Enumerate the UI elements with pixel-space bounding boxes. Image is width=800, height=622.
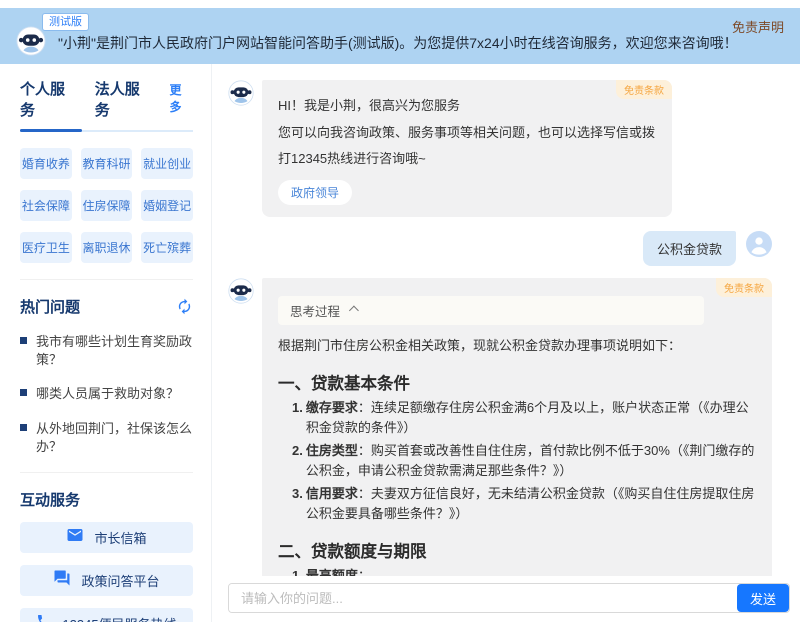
bot-message: 免责条款 HI！我是小荆，很高兴为您服务 您可以向我咨询政策、服务事项等相关问题… [228,80,772,217]
divider [20,472,193,473]
hot-question[interactable]: 从外地回荆门，社保该怎么办？ [20,420,193,456]
hotline-12345-button[interactable]: 12345便民服务热线 [20,608,193,622]
disclaimer-terms-badge[interactable]: 免责条款 [616,80,672,99]
service-button[interactable]: 社会保障 [20,190,72,221]
divider [20,279,193,280]
list-item: 2. 住房类型：购买首套或改善性自住住房，首付款比例不低于30%（《荆门缴存的公… [292,441,756,482]
chat-panel: 免责条款 HI！我是小荆，很高兴为您服务 您可以向我咨询政策、服务事项等相关问题… [212,64,800,622]
greeting-line: 您可以向我咨询政策、服务事项等相关问题，也可以选择写信或拨打12345热线进行咨… [278,120,656,173]
service-button[interactable]: 死亡殡葬 [141,232,193,263]
service-button[interactable]: 婚育收养 [20,148,72,179]
bot-avatar-icon [228,80,254,106]
section-heading: 一、贷款基本条件 [278,370,756,394]
suggested-topic-button[interactable]: 政府领导 [278,180,352,205]
service-button[interactable]: 教育科研 [81,148,133,179]
service-category-grid: 婚育收养 教育科研 就业创业 社会保障 住房保障 婚姻登记 医疗卫生 离职退休 … [20,148,193,263]
section-heading: 二、贷款额度与期限 [278,538,756,562]
service-button[interactable]: 离职退休 [81,232,133,263]
more-link[interactable]: 更多 [170,81,194,115]
service-button[interactable]: 住房保障 [81,190,133,221]
hot-question[interactable]: 哪类人员属于救助对象？ [20,385,193,403]
hot-question[interactable]: 我市有哪些计划生育奖励政策？ [20,333,193,369]
square-bullet-icon [20,389,27,396]
user-avatar-icon [746,231,772,257]
disclaimer-terms-badge[interactable]: 免责条款 [716,278,772,297]
answer-intro: 根据荆门市住房公积金相关政策，现就公积金贷款办理事项说明如下： [278,336,756,357]
square-bullet-icon [20,424,27,431]
answer-bubble: 免责条款 思考过程 根据荆门市住房公积金相关政策，现就公积金贷款办理事项说明如下… [262,278,772,576]
assistant-page: 测试版 "小荆"是荆门市人民政府门户网站智能问答助手(测试版)。为您提供7x24… [0,8,800,622]
phone-icon [36,613,52,622]
mail-icon [66,526,84,549]
greeting-line: HI！我是小荆，很高兴为您服务 [278,93,656,120]
thinking-process-toggle[interactable]: 思考过程 [278,296,704,325]
bot-message: 免责条款 思考过程 根据荆门市住房公积金相关政策，现就公积金贷款办理事项说明如下… [228,278,772,576]
beta-badge: 测试版 [42,13,89,31]
list-item: 1. 最高额度： [292,566,756,576]
list-item: 1. 缴存要求：连续足额缴存住房公积金满6个月及以上，账户状态正常（《办理公积金… [292,398,756,439]
mayor-mailbox-button[interactable]: 市长信箱 [20,522,193,553]
interactive-services-title: 互动服务 [20,489,80,510]
quota-list: 1. 最高额度： 单职工家庭：40万元 双职工家庭：60万元 硕士研究生最高可贷… [278,566,756,576]
hot-questions-title: 热门问题 [20,296,80,317]
bot-avatar-icon [228,278,254,304]
tab-corporate-services[interactable]: 法人服务 [95,78,154,120]
hot-question-list: 我市有哪些计划生育奖励政策？ 哪类人员属于救助对象？ 从外地回荆门，社保该怎么办… [20,333,193,456]
send-button[interactable]: 发送 [737,584,789,612]
service-tabs: 个人服务 法人服务 更多 [20,78,193,120]
robot-avatar-icon [16,26,46,56]
top-banner: 测试版 "小荆"是荆门市人民政府门户网站智能问答助手(测试版)。为您提供7x24… [0,8,800,64]
service-button[interactable]: 医疗卫生 [20,232,72,263]
disclaimer-statement-link[interactable]: 免责声明 [732,17,784,36]
service-button[interactable]: 婚姻登记 [141,190,193,221]
banner-intro-text: "小荆"是荆门市人民政府门户网站智能问答助手(测试版)。为您提供7x24小时在线… [58,33,738,53]
refresh-icon[interactable] [176,298,193,315]
square-bullet-icon [20,337,27,344]
list-item: 3. 信用要求：夫妻双方征信良好，无未结清公积金贷款（《购买自住住房提取住房公积… [292,484,756,525]
chevron-up-icon [349,305,359,315]
greeting-bubble: 免责条款 HI！我是小荆，很高兴为您服务 您可以向我咨询政策、服务事项等相关问题… [262,80,672,217]
tab-underline [20,130,193,132]
tab-personal-services[interactable]: 个人服务 [20,78,79,120]
message-list: 免责条款 HI！我是小荆，很高兴为您服务 您可以向我咨询政策、服务事项等相关问题… [212,64,800,576]
interactive-service-list: 市长信箱 政策问答平台 12345便民服务热线 [20,522,193,622]
question-input[interactable] [229,584,737,612]
chat-input-bar: 发送 [212,576,800,622]
conditions-list: 1. 缴存要求：连续足额缴存住房公积金满6个月及以上，账户状态正常（《办理公积金… [278,398,756,525]
user-message: 公积金贷款 [228,231,772,266]
service-button[interactable]: 就业创业 [141,148,193,179]
user-bubble: 公积金贷款 [643,231,736,266]
policy-qa-platform-button[interactable]: 政策问答平台 [20,565,193,596]
sidebar: 个人服务 法人服务 更多 婚育收养 教育科研 就业创业 社会保障 住房保障 婚姻… [0,64,212,622]
chat-bubbles-icon [53,569,71,592]
